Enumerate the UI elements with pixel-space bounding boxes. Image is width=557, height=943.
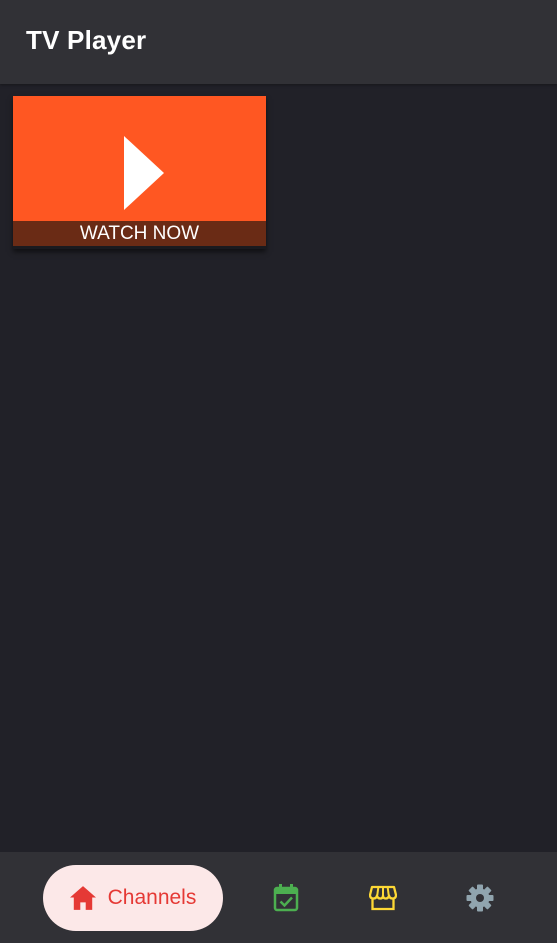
nav-item-store[interactable] <box>353 865 413 931</box>
tile-shadow-edge <box>13 246 266 249</box>
gear-icon <box>466 884 494 912</box>
tile-caption: WATCH NOW <box>13 221 266 246</box>
storefront-icon <box>369 885 397 911</box>
nav-label-channels: Channels <box>107 886 197 909</box>
calendar-check-icon <box>273 884 299 912</box>
play-icon <box>124 136 164 210</box>
app-title: TV Player <box>26 25 147 55</box>
app-screen: TV Player WATCH NOW Channels <box>0 0 557 943</box>
watch-now-tile[interactable]: WATCH NOW <box>13 96 266 249</box>
nav-item-schedule[interactable] <box>256 865 316 931</box>
bottom-navigation: Channels <box>0 852 557 943</box>
nav-item-settings[interactable] <box>450 865 510 931</box>
app-bar: TV Player <box>0 0 557 84</box>
home-icon <box>69 886 96 910</box>
nav-item-channels[interactable]: Channels <box>43 865 223 931</box>
content-area: WATCH NOW <box>0 84 557 852</box>
